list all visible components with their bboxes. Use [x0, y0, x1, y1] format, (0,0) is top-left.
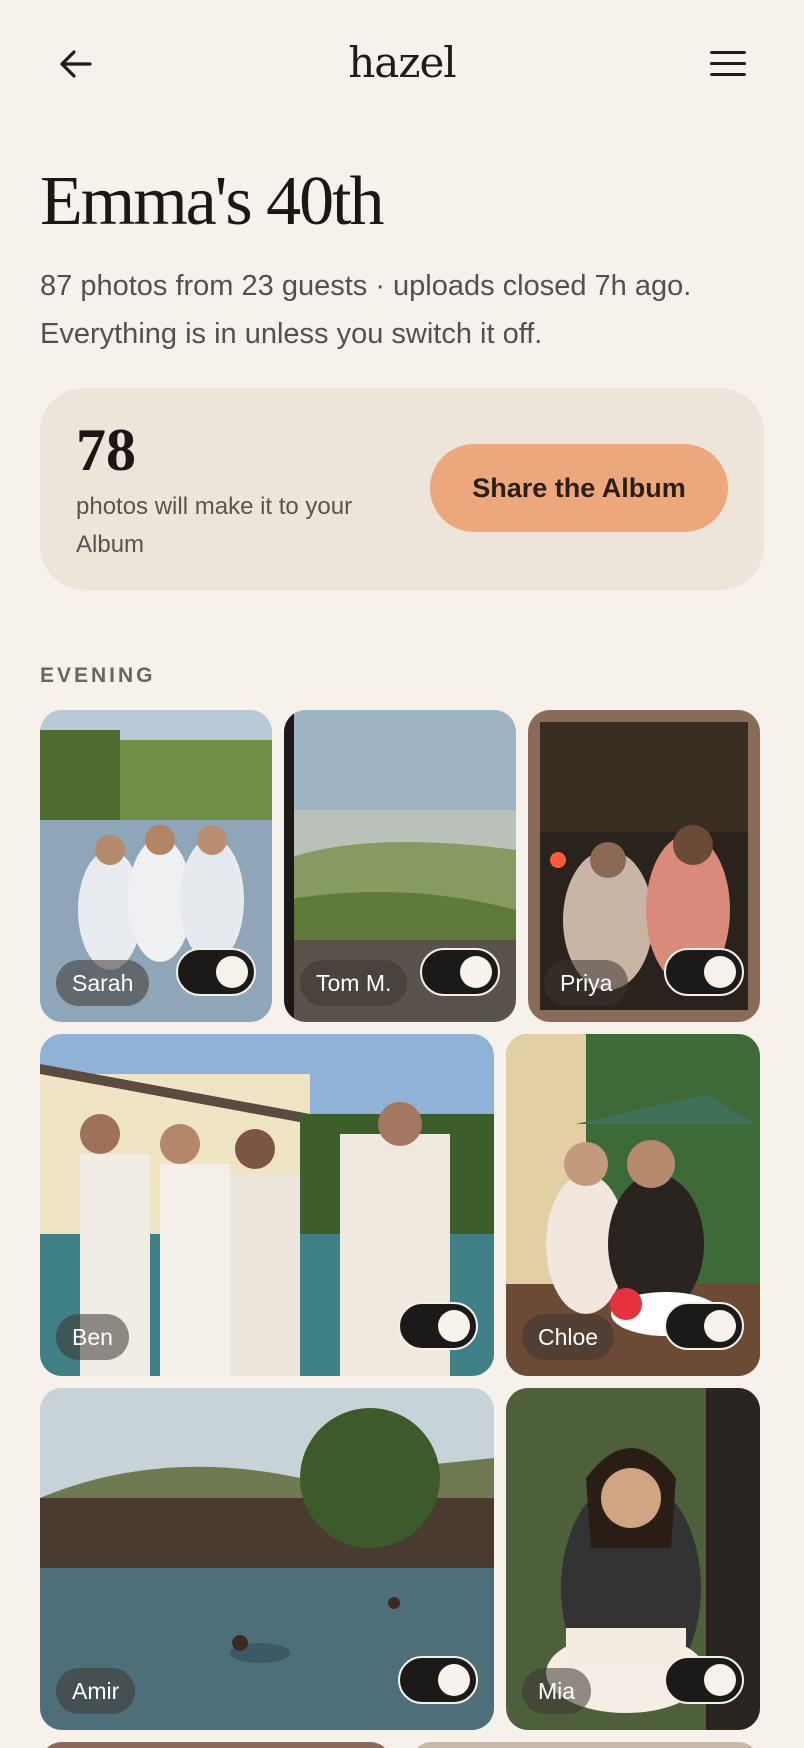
guest-name-chip: Ben	[56, 1314, 129, 1360]
section-heading: EVENING	[40, 664, 156, 687]
share-album-button[interactable]: Share the Album	[430, 444, 728, 532]
guest-name-chip: Sarah	[56, 960, 150, 1006]
toggle-knob	[704, 1664, 736, 1696]
toggle-knob	[216, 956, 248, 988]
include-toggle[interactable]	[398, 1302, 478, 1350]
include-toggle[interactable]	[420, 948, 500, 996]
toggle-knob	[438, 1310, 470, 1342]
include-toggle[interactable]	[664, 948, 744, 996]
toggle-knob	[704, 1310, 736, 1342]
photo-tile[interactable]: Amir	[40, 1388, 494, 1730]
included-count-label: photos will make it to your Album	[76, 493, 353, 558]
toggle-knob	[438, 1664, 470, 1696]
guest-name-chip: Amir	[56, 1668, 136, 1714]
photo-tile[interactable]: Tom M.	[284, 710, 516, 1022]
app-logo: hazel	[348, 38, 457, 87]
include-toggle[interactable]	[176, 948, 256, 996]
hamburger-menu-icon	[710, 51, 746, 54]
guest-name-chip: Chloe	[522, 1314, 615, 1360]
photo-tile[interactable]	[40, 1742, 392, 1748]
guest-name-chip: Mia	[522, 1668, 592, 1714]
include-toggle[interactable]	[664, 1656, 744, 1704]
photo-tile[interactable]: Priya	[528, 710, 760, 1022]
page-subtitle: 87 photos from 23 guests · uploads close…	[40, 270, 692, 350]
guest-name-chip: Tom M.	[300, 960, 408, 1006]
photo-tile[interactable]: Ben	[40, 1034, 494, 1376]
include-toggle[interactable]	[398, 1656, 478, 1704]
menu-button[interactable]	[706, 46, 750, 82]
page-title: Emma's 40th	[40, 163, 385, 240]
photo-tile[interactable]: Mia	[506, 1388, 760, 1730]
guest-name-chip: Priya	[544, 960, 629, 1006]
include-toggle[interactable]	[664, 1302, 744, 1350]
top-bar: hazel	[0, 0, 804, 130]
included-photo-count: 78	[76, 417, 136, 483]
photo-tile[interactable]: Sarah	[40, 710, 272, 1022]
toggle-knob	[704, 956, 736, 988]
photo-tile[interactable]: Chloe	[506, 1034, 760, 1376]
toggle-knob	[460, 956, 492, 988]
photo-tile[interactable]	[410, 1742, 760, 1748]
share-summary-card: 78 photos will make it to your Album Sha…	[40, 388, 764, 590]
